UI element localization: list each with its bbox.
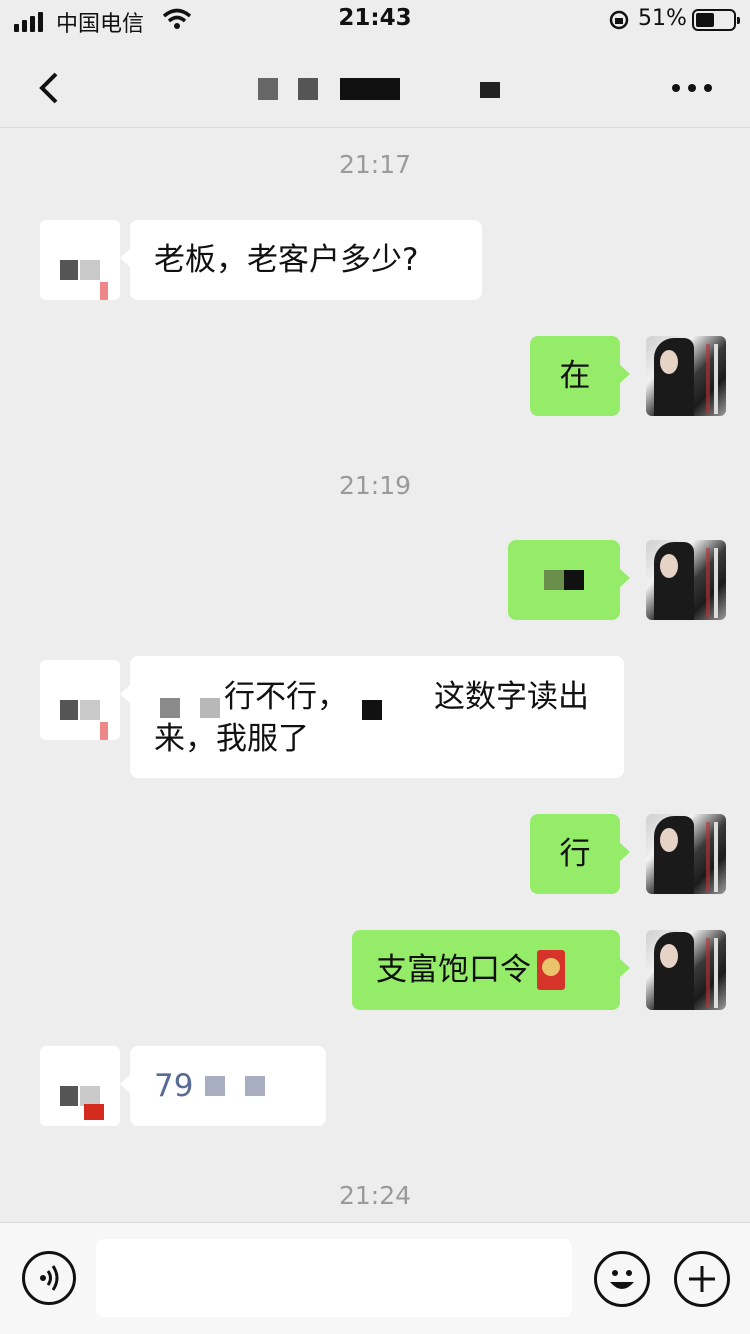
message-bubble-outgoing[interactable]: 行	[530, 814, 630, 894]
message-bubble-outgoing[interactable]: 在	[530, 336, 630, 416]
timestamp: 21:19	[338, 471, 412, 500]
timestamp: 21:24	[338, 1181, 412, 1210]
message-bubble-outgoing[interactable]	[508, 540, 630, 620]
redacted-content	[564, 570, 584, 590]
emoji-icon[interactable]	[594, 1251, 650, 1307]
nav-bar	[0, 42, 750, 128]
message-link-text[interactable]: 79	[154, 1065, 193, 1107]
redacted-content	[544, 570, 564, 590]
timestamp: 21:17	[338, 150, 412, 179]
avatar[interactable]	[40, 220, 120, 300]
battery-percent: 51%	[638, 6, 687, 31]
message-text: 在	[559, 358, 591, 394]
message-text: 行	[559, 836, 591, 872]
message-text: 行不行，	[224, 679, 348, 715]
input-bar	[0, 1222, 750, 1334]
message-bubble-outgoing[interactable]: 支富饱口令	[352, 930, 630, 1010]
flag-icon	[84, 1104, 104, 1120]
plus-icon[interactable]	[674, 1251, 730, 1307]
avatar[interactable]	[646, 336, 726, 416]
message-text: 来，我服了	[154, 721, 309, 757]
message-line: 行不行， 这数字读出	[154, 676, 600, 720]
message-text: 这数字读出	[434, 679, 589, 715]
message-text: 老板，老客户多少?	[154, 242, 419, 278]
red-packet-icon	[537, 950, 565, 990]
message-text: 支富饱口令	[376, 952, 531, 988]
avatar[interactable]	[40, 660, 120, 740]
message-input[interactable]	[96, 1239, 572, 1317]
chevron-left-icon[interactable]	[32, 70, 68, 106]
battery-icon	[692, 9, 740, 31]
message-bubble-incoming[interactable]: 79	[120, 1046, 326, 1126]
message-bubble-incoming[interactable]: 老板，老客户多少?	[120, 220, 482, 300]
rotation-lock-icon	[609, 10, 629, 30]
avatar[interactable]	[646, 540, 726, 620]
avatar[interactable]	[646, 814, 726, 894]
avatar[interactable]	[646, 930, 726, 1010]
more-button[interactable]	[672, 78, 720, 98]
voice-icon[interactable]	[22, 1251, 76, 1305]
message-bubble-incoming[interactable]: 行不行， 这数字读出 来，我服了	[120, 656, 624, 778]
status-bar: 中国电信 21:43 51%	[0, 0, 750, 42]
avatar[interactable]	[40, 1046, 120, 1126]
